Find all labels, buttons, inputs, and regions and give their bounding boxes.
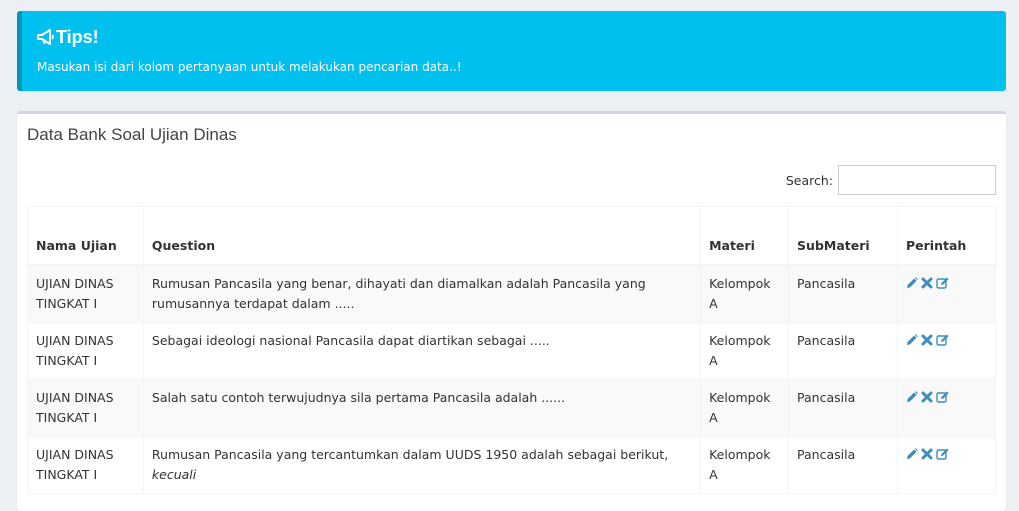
table-row: UJIAN DINAS TINGKAT I Sebagai ideologi na…	[27, 321, 996, 380]
row-actions	[906, 331, 987, 346]
cell-perintah	[897, 321, 996, 380]
cell-question: Sebagai ideologi nasional Pancasila dapa…	[142, 321, 702, 380]
tips-callout: Tips! Masukan isi dari kolom pertanyaan …	[17, 11, 1006, 91]
delete-icon[interactable]	[921, 448, 933, 460]
cell-nama-ujian: UJIAN DINAS TINGKAT I	[27, 264, 144, 323]
cell-submateri: Pancasila	[788, 321, 898, 380]
cell-question: Rumusan Pancasila yang benar, dihayati d…	[142, 264, 702, 323]
questions-table: Nama Ujian Question Materi SubMateri Per…	[27, 206, 996, 494]
cell-materi: Kelompok A	[700, 264, 790, 323]
delete-icon[interactable]	[921, 277, 933, 289]
cell-perintah	[897, 378, 996, 437]
bank-soal-box: Data Bank Soal Ujian Dinas Search: Nama …	[17, 111, 1006, 511]
pencil-icon[interactable]	[906, 447, 918, 460]
question-emphasis: kecuali	[151, 466, 197, 482]
box-title: Data Bank Soal Ujian Dinas	[27, 125, 237, 144]
table-header-row: Nama Ujian Question Materi SubMateri Per…	[27, 206, 996, 266]
edit-square-icon[interactable]	[936, 391, 950, 403]
cell-submateri: Pancasila	[788, 378, 898, 437]
cell-materi: Kelompok A	[700, 378, 790, 437]
col-header-question[interactable]: Question	[142, 206, 702, 266]
col-header-perintah[interactable]: Perintah	[897, 206, 996, 266]
callout-title: Tips!	[37, 25, 1006, 49]
col-header-materi[interactable]: Materi	[700, 206, 790, 266]
cell-materi: Kelompok A	[700, 321, 790, 380]
question-text: Rumusan Pancasila yang benar, dihayati d…	[151, 275, 646, 311]
callout-message: Masukan isi dari kolom pertanyaan untuk …	[37, 60, 462, 74]
edit-square-icon[interactable]	[936, 448, 950, 460]
col-header-submateri[interactable]: SubMateri	[788, 206, 898, 266]
table-row: UJIAN DINAS TINGKAT I Rumusan Pancasila y…	[27, 435, 996, 494]
question-text: Rumusan Pancasila yang tercantumkan dala…	[151, 446, 669, 462]
edit-square-icon[interactable]	[936, 334, 950, 346]
callout-title-text: Tips!	[56, 26, 99, 47]
cell-nama-ujian: UJIAN DINAS TINGKAT I	[27, 378, 144, 437]
cell-submateri: Pancasila	[788, 435, 898, 494]
search-label: Search:	[785, 172, 833, 188]
row-actions	[906, 388, 987, 403]
question-text: Salah satu contoh terwujudnya sila perta…	[151, 389, 566, 405]
question-text: Sebagai ideologi nasional Pancasila dapa…	[151, 332, 550, 348]
cell-question: Salah satu contoh terwujudnya sila perta…	[142, 378, 702, 437]
table-search: Search:	[786, 165, 996, 195]
col-header-nama-ujian[interactable]: Nama Ujian	[27, 206, 144, 266]
row-actions	[906, 274, 987, 289]
cell-nama-ujian: UJIAN DINAS TINGKAT I	[27, 435, 144, 494]
row-actions	[906, 445, 987, 460]
delete-icon[interactable]	[921, 391, 933, 403]
cell-perintah	[897, 264, 996, 323]
cell-perintah	[897, 435, 996, 494]
cell-question: Rumusan Pancasila yang tercantumkan dala…	[142, 435, 702, 494]
bullhorn-icon	[37, 29, 54, 45]
pencil-icon[interactable]	[906, 276, 918, 289]
cell-nama-ujian: UJIAN DINAS TINGKAT I	[27, 321, 144, 380]
table-row: UJIAN DINAS TINGKAT I Salah satu contoh t…	[27, 378, 996, 437]
delete-icon[interactable]	[921, 334, 933, 346]
cell-materi: Kelompok A	[700, 435, 790, 494]
table-row: UJIAN DINAS TINGKAT I Rumusan Pancasila y…	[27, 264, 996, 323]
pencil-icon[interactable]	[906, 333, 918, 346]
pencil-icon[interactable]	[906, 390, 918, 403]
cell-submateri: Pancasila	[788, 264, 898, 323]
search-input[interactable]	[838, 165, 996, 195]
edit-square-icon[interactable]	[936, 277, 950, 289]
